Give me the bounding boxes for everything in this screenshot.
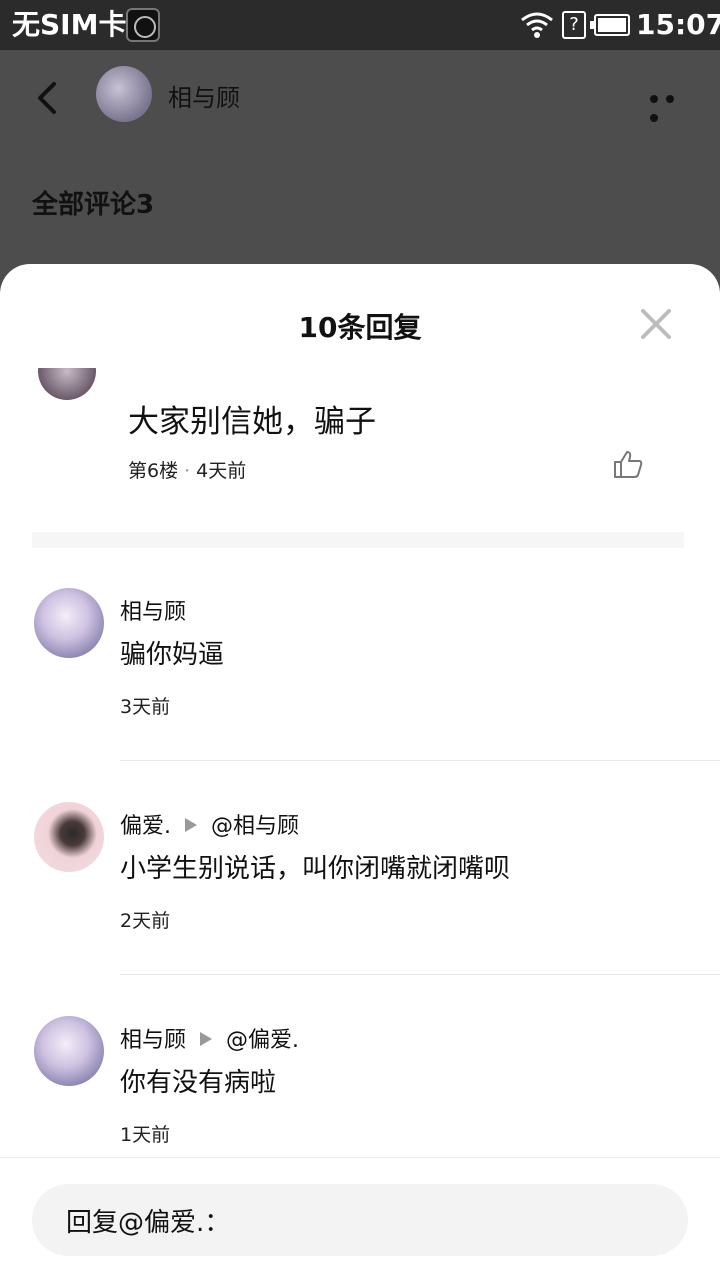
floor-label: 第6楼 [128, 460, 179, 482]
reply-time: 3天前 [120, 696, 171, 718]
carrier-label: 无SIM卡 [12, 8, 127, 41]
close-icon[interactable] [640, 308, 672, 340]
all-comments-title: 全部评论3 [32, 190, 155, 220]
reply-input-placeholder: 回复@偏爱.： [66, 1208, 231, 1238]
reply-item[interactable]: 偏爱. @相与顾 小学生别说话，叫你闭嘴就闭嘴呗 2天前 [0, 802, 720, 1016]
reply-avatar[interactable] [34, 1016, 104, 1086]
reply-avatar[interactable] [34, 802, 104, 872]
wifi-icon [521, 12, 553, 38]
battery-icon [590, 14, 630, 36]
reply-target[interactable]: @相与顾 [211, 814, 299, 839]
section-divider [32, 532, 684, 548]
reply-target[interactable]: @偏爱. [226, 1028, 299, 1053]
status-bar: 无SIM卡 ? 15:07 [0, 0, 720, 50]
main-comment-meta: 第6楼 · 4天前 [128, 456, 246, 483]
header-avatar[interactable] [96, 66, 152, 122]
sim-status-icon: ? [562, 11, 586, 39]
meta-separator: · [184, 460, 191, 482]
reply-time: 2天前 [120, 910, 171, 932]
clock-time: 15:07 [636, 8, 720, 41]
main-comment-avatar[interactable] [38, 368, 96, 400]
reply-time: 1天前 [120, 1124, 171, 1146]
main-comment-text: 大家别信她，骗子 [128, 404, 376, 440]
reply-name-line: 相与顾 [120, 594, 186, 626]
reply-name-line: 相与顾 @偏爱. [120, 1022, 299, 1054]
reply-divider [120, 974, 720, 975]
thumbs-up-icon[interactable] [612, 448, 644, 480]
more-dots-icon[interactable] [650, 88, 694, 122]
main-comment-time: 4天前 [196, 460, 247, 482]
sheet-title: 10条回复 [298, 311, 422, 344]
reply-input[interactable]: 回复@偏爱.： [32, 1184, 688, 1256]
reply-author[interactable]: 偏爱. [120, 814, 171, 839]
reply-text: 你有没有病啦 [120, 1068, 277, 1098]
reply-item[interactable]: 相与顾 骗你妈逼 3天前 [0, 588, 720, 802]
reply-arrow-icon [185, 818, 197, 832]
reply-text: 小学生别说话，叫你闭嘴就闭嘴呗 [120, 854, 511, 884]
back-arrow-icon[interactable] [28, 78, 68, 118]
reply-author[interactable]: 相与顾 [120, 600, 186, 625]
reply-divider [120, 760, 720, 761]
reply-author[interactable]: 相与顾 [120, 1028, 186, 1053]
replies-sheet: 10条回复 大家别信她，骗子 第6楼 · 4天前 相与顾 骗你妈逼 3天前 偏爱. @… [0, 264, 720, 1280]
reply-name-line: 偏爱. @相与顾 [120, 808, 299, 840]
reply-arrow-icon [200, 1032, 213, 1046]
reply-input-bar: 回复@偏爱.： [0, 1157, 720, 1280]
app-notification-icon [126, 8, 160, 42]
reply-text: 骗你妈逼 [120, 640, 225, 670]
reply-avatar[interactable] [34, 588, 104, 658]
header-user-name[interactable]: 相与顾 [168, 78, 240, 113]
